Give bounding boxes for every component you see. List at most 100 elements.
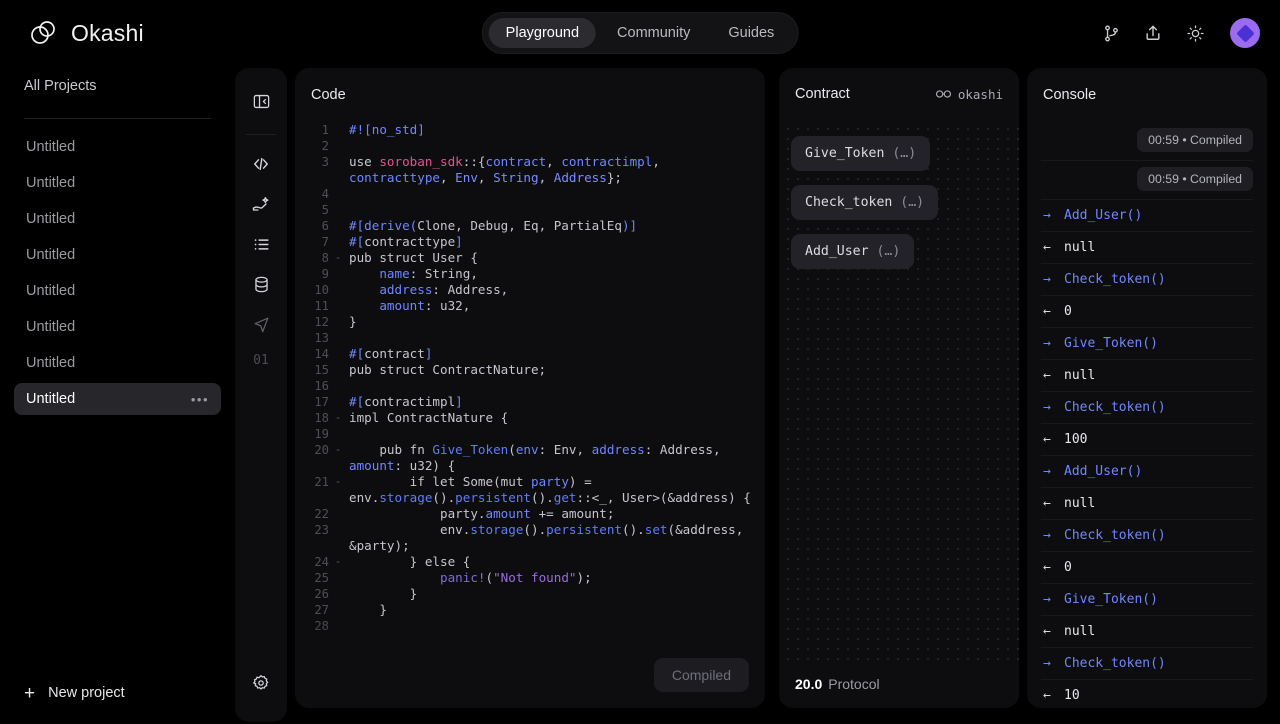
contract-function-check-token[interactable]: Check_token (…) — [791, 185, 939, 220]
git-branch-icon[interactable] — [1100, 22, 1122, 44]
console-result-row[interactable]: ← null — [1041, 616, 1253, 648]
sidebar-item-project-5[interactable]: Untitled — [14, 275, 221, 307]
console-call-row[interactable]: → Check_token() — [1041, 520, 1253, 552]
arrow-right-icon: → — [1043, 336, 1051, 351]
sidebar-item-project-3[interactable]: Untitled — [14, 203, 221, 235]
tab-community[interactable]: Community — [600, 18, 707, 49]
line-number: 2 — [321, 139, 329, 153]
fold-marker[interactable]: - — [333, 410, 343, 426]
console-result-row[interactable]: ← 100 — [1041, 424, 1253, 456]
code-token: storage — [379, 490, 433, 505]
code-line: 26 } — [303, 586, 765, 602]
console-panel-title: Console — [1043, 87, 1097, 103]
code-line: 18- impl ContractNature { — [303, 410, 765, 426]
line-text: use soroban_sdk::{contract, contractimpl… — [343, 154, 765, 186]
avatar[interactable] — [1230, 18, 1260, 48]
line-number: 26 — [314, 587, 329, 601]
code-line: 28 — [303, 618, 765, 634]
arrow-right-icon: → — [1043, 272, 1051, 287]
code-token: } — [349, 314, 357, 329]
console-call-row[interactable]: → Check_token() — [1041, 264, 1253, 296]
arrow-right-icon: → — [1043, 400, 1051, 415]
sidebar-item-project-6[interactable]: Untitled — [14, 311, 221, 343]
console-result-row[interactable]: ← 0 — [1041, 296, 1253, 328]
contract-function-add-user[interactable]: Add_User (…) — [791, 234, 915, 269]
code-line: 12} — [303, 314, 765, 330]
console-call-text: Check_token() — [1064, 400, 1166, 415]
fold-marker[interactable]: - — [333, 442, 343, 458]
tool-rail: 01 — [235, 68, 287, 722]
code-token: (). — [622, 522, 645, 537]
line-number: 13 — [314, 331, 329, 345]
rail-divider — [246, 134, 276, 135]
collapse-panel-icon[interactable] — [244, 84, 278, 118]
share-upload-icon[interactable] — [1142, 22, 1164, 44]
sidebar-item-project-7[interactable]: Untitled — [14, 347, 221, 379]
database-icon[interactable] — [244, 267, 278, 301]
console-result-row[interactable]: ← null — [1041, 232, 1253, 264]
fn-name: Check_token — [805, 195, 893, 210]
code-token: : u32) { — [394, 458, 456, 473]
console-call-text: Give_Token() — [1064, 336, 1158, 351]
code-token: (). — [523, 522, 547, 537]
code-token: , — [477, 170, 494, 185]
console-call-row[interactable]: → Give_Token() — [1041, 584, 1253, 616]
line-text: #[derive(Clone, Debug, Eq, PartialEq)] — [343, 218, 765, 234]
line-text: pub struct ContractNature; — [343, 362, 765, 378]
compiled-button[interactable]: Compiled — [653, 658, 749, 692]
console-result-row[interactable]: ← 0 — [1041, 552, 1253, 584]
console-result-text: null — [1064, 624, 1096, 639]
sidebar-item-project-4[interactable]: Untitled — [14, 239, 221, 271]
rail-counter[interactable]: 01 — [253, 353, 269, 368]
code-line: 11 amount: u32, — [303, 298, 765, 314]
code-panel-header: Code — [295, 68, 765, 122]
contract-function-give-token[interactable]: Give_Token (…) — [791, 136, 931, 171]
fold-marker[interactable]: - — [333, 554, 343, 570]
gear-icon[interactable] — [244, 666, 278, 700]
protocol-status: 20.0 Protocol — [779, 660, 1019, 708]
console-result-row[interactable]: ← null — [1041, 488, 1253, 520]
okashi-badge: okashi — [935, 87, 1003, 102]
okashi-badge-label: okashi — [957, 86, 1003, 102]
code-token: amount — [485, 506, 532, 521]
brand[interactable]: Okashi — [28, 18, 144, 48]
sun-theme-icon[interactable] — [1184, 22, 1206, 44]
project-more-menu-icon[interactable]: ••• — [191, 392, 209, 407]
console-call-row[interactable]: → Check_token() — [1041, 392, 1253, 424]
fold-marker[interactable]: - — [333, 250, 343, 266]
console-call-row[interactable]: → Check_token() — [1041, 648, 1253, 680]
line-number: 10 — [314, 283, 329, 297]
line-number: 12 — [314, 315, 329, 329]
code-line: 24- } else { — [303, 554, 765, 570]
console-call-row[interactable]: → Give_Token() — [1041, 328, 1253, 360]
line-text: } — [343, 586, 765, 602]
avatar-diamond-icon — [1235, 23, 1255, 43]
arrow-left-icon: ← — [1043, 368, 1051, 383]
code-token: ::<_, User>(&address) { — [576, 490, 751, 505]
list-icon[interactable] — [244, 227, 278, 261]
fold-marker[interactable]: - — [333, 474, 343, 490]
sidebar-item-project-1[interactable]: Untitled — [14, 131, 221, 163]
code-icon[interactable] — [244, 147, 278, 181]
code-token: amount — [379, 298, 425, 313]
code-token: ( — [508, 442, 516, 457]
line-number: 4 — [321, 187, 329, 201]
sidebar-item-project-2[interactable]: Untitled — [14, 167, 221, 199]
tab-playground[interactable]: Playground — [488, 17, 597, 49]
magic-deploy-icon[interactable] — [244, 187, 278, 221]
send-cursor-icon[interactable] — [244, 307, 278, 341]
new-project-button[interactable]: + New project — [0, 662, 235, 724]
code-editor[interactable]: 1 #![no_std] 2 3 use soroban_sdk::{contract… — [295, 122, 765, 708]
console-call-row[interactable]: → Add_User() — [1041, 456, 1253, 488]
tab-guides[interactable]: Guides — [711, 18, 791, 49]
console-result-row[interactable]: ← 10 — [1041, 680, 1253, 708]
line-text — [343, 186, 765, 202]
sidebar-item-project-8-selected[interactable]: Untitled ••• — [14, 383, 221, 415]
code-line: 17 #[contractimpl] — [303, 394, 765, 410]
console-call-row[interactable]: → Add_User() — [1041, 200, 1253, 232]
console-log[interactable]: 00:59 • Compiled 00:59 • Compiled → Add_Use… — [1027, 122, 1267, 708]
code-line: 27 } — [303, 602, 765, 618]
link-chain-icon — [935, 90, 951, 98]
line-number: 27 — [314, 603, 329, 617]
console-result-row[interactable]: ← null — [1041, 360, 1253, 392]
